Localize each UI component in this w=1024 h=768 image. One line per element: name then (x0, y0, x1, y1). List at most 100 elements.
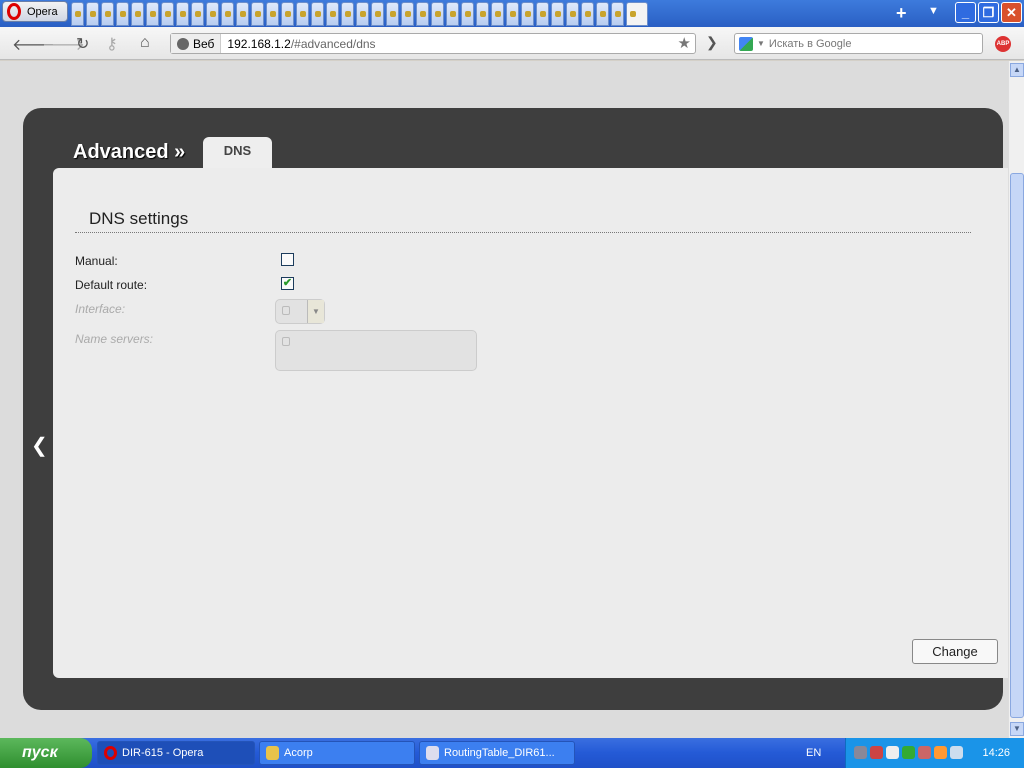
url-text[interactable]: 192.168.1.2/#advanced/dns (221, 37, 375, 51)
router-frame: Advanced » DNS ❮ DNS settings Manual: De… (23, 108, 1008, 710)
taskbar-item-acorp[interactable]: Acorp (259, 741, 415, 765)
browser-tab[interactable] (536, 2, 549, 26)
default-route-label: Default route: (75, 278, 148, 292)
browser-tab[interactable] (446, 2, 459, 26)
tab-list (71, 2, 648, 26)
opera-logo-icon (7, 3, 21, 20)
browser-tab[interactable] (386, 2, 399, 26)
taskbar: пуск DIR-615 - Opera Acorp RoutingTable_… (0, 738, 1024, 768)
network-icon[interactable] (854, 746, 867, 759)
browser-tab[interactable] (596, 2, 609, 26)
new-tab-button[interactable]: + (896, 3, 907, 24)
globe-icon (177, 37, 189, 50)
browser-tab[interactable] (236, 2, 249, 26)
key-icon[interactable]: ⚷ (106, 34, 118, 54)
browser-tab[interactable] (86, 2, 99, 26)
taskbar-item-opera[interactable]: DIR-615 - Opera (97, 741, 255, 765)
default-route-checkbox[interactable]: ✔ (281, 277, 294, 290)
browser-tab[interactable] (551, 2, 564, 26)
interface-label: Interface: (75, 302, 126, 316)
browser-tab[interactable] (491, 2, 504, 26)
document-icon (426, 746, 439, 760)
section-title: DNS settings (89, 209, 189, 228)
browser-tab[interactable] (296, 2, 309, 26)
scrollbar-thumb[interactable] (1010, 173, 1024, 718)
bookmark-star-icon[interactable]: ★ (678, 34, 691, 52)
browser-tab[interactable] (116, 2, 129, 26)
browser-tab[interactable] (611, 2, 624, 26)
start-button[interactable]: пуск (0, 738, 92, 768)
name-servers-label: Name servers: (75, 332, 154, 346)
opera-label: Opera (27, 5, 58, 18)
antivirus-icon[interactable] (870, 746, 883, 759)
manual-checkbox[interactable] (281, 253, 294, 266)
browser-tab[interactable] (506, 2, 519, 26)
browser-tab[interactable] (161, 2, 174, 26)
browser-tab[interactable] (626, 2, 648, 26)
reload-icon[interactable]: ↻ (76, 34, 89, 54)
browser-tab[interactable] (176, 2, 189, 26)
browser-tab[interactable] (266, 2, 279, 26)
search-placeholder: Искать в Google (768, 37, 852, 50)
site-info-button[interactable]: Веб (171, 34, 222, 53)
browser-tab[interactable] (521, 2, 534, 26)
browser-tab[interactable] (431, 2, 444, 26)
mail-icon[interactable] (886, 746, 899, 759)
task-label: RoutingTable_DIR61... (444, 747, 555, 759)
browser-tab[interactable] (416, 2, 429, 26)
browser-tab[interactable] (71, 2, 84, 26)
maximize-button[interactable]: ❐ (978, 2, 999, 23)
back-arrow-icon[interactable]: ❮ (31, 433, 48, 458)
search-input[interactable]: ▼ Искать в Google (734, 33, 983, 54)
url-path: /#advanced/dns (290, 36, 376, 51)
interface-select[interactable]: ▼ (275, 299, 325, 324)
opera-menu-button[interactable]: Opera (2, 1, 68, 22)
change-button[interactable]: Change (912, 639, 998, 664)
tab-dns[interactable]: DNS (203, 137, 272, 169)
volume-icon[interactable] (950, 746, 963, 759)
scroll-up-icon[interactable]: ▲ (1010, 63, 1024, 77)
tab-menu-chevron-icon[interactable]: ▼ (928, 5, 939, 17)
browser-tab[interactable] (326, 2, 339, 26)
browser-tab[interactable] (311, 2, 324, 26)
breadcrumb[interactable]: Advanced » (73, 141, 185, 164)
browser-tab[interactable] (371, 2, 384, 26)
vertical-scrollbar[interactable]: ▲ ▼ (1008, 61, 1024, 738)
clock: 14:26 (982, 747, 1010, 759)
close-button[interactable]: ✕ (1001, 2, 1022, 23)
go-arrow-icon[interactable]: ❯ (706, 34, 718, 51)
lock-icon (282, 337, 290, 346)
browser-tab[interactable] (356, 2, 369, 26)
browser-tab-bar: Opera + ▼ _ ❐ ✕ (0, 0, 1024, 27)
folder-icon (266, 746, 279, 760)
browser-tab[interactable] (581, 2, 594, 26)
browser-tab[interactable] (461, 2, 474, 26)
browser-tab[interactable] (401, 2, 414, 26)
browser-tab[interactable] (191, 2, 204, 26)
home-icon[interactable]: ⌂ (140, 34, 150, 52)
browser-tab[interactable] (206, 2, 219, 26)
browser-tab[interactable] (566, 2, 579, 26)
search-engine-chevron-icon[interactable]: ▼ (757, 39, 765, 48)
content-panel: DNS settings Manual: Default route: ✔ In… (53, 168, 1008, 678)
taskbar-item-routingtable[interactable]: RoutingTable_DIR61... (419, 741, 575, 765)
flag-icon[interactable] (918, 746, 931, 759)
minimize-button[interactable]: _ (955, 2, 976, 23)
browser-tab[interactable] (341, 2, 354, 26)
browser-tab[interactable] (131, 2, 144, 26)
adblock-icon[interactable]: ABP (995, 36, 1011, 52)
utorrent-icon[interactable] (902, 746, 915, 759)
address-bar[interactable]: Веб 192.168.1.2/#advanced/dns ★ (170, 33, 696, 54)
browser-tab[interactable] (281, 2, 294, 26)
language-indicator[interactable]: EN (806, 747, 821, 759)
browser-tab[interactable] (476, 2, 489, 26)
browser-tab[interactable] (251, 2, 264, 26)
browser-tab[interactable] (221, 2, 234, 26)
browser-tab[interactable] (146, 2, 159, 26)
name-servers-textarea[interactable] (275, 330, 477, 371)
chevron-down-icon: ▼ (307, 300, 324, 323)
scroll-down-icon[interactable]: ▼ (1010, 722, 1024, 736)
task-label: DIR-615 - Opera (122, 747, 204, 759)
browser-tab[interactable] (101, 2, 114, 26)
battery-icon[interactable] (934, 746, 947, 759)
